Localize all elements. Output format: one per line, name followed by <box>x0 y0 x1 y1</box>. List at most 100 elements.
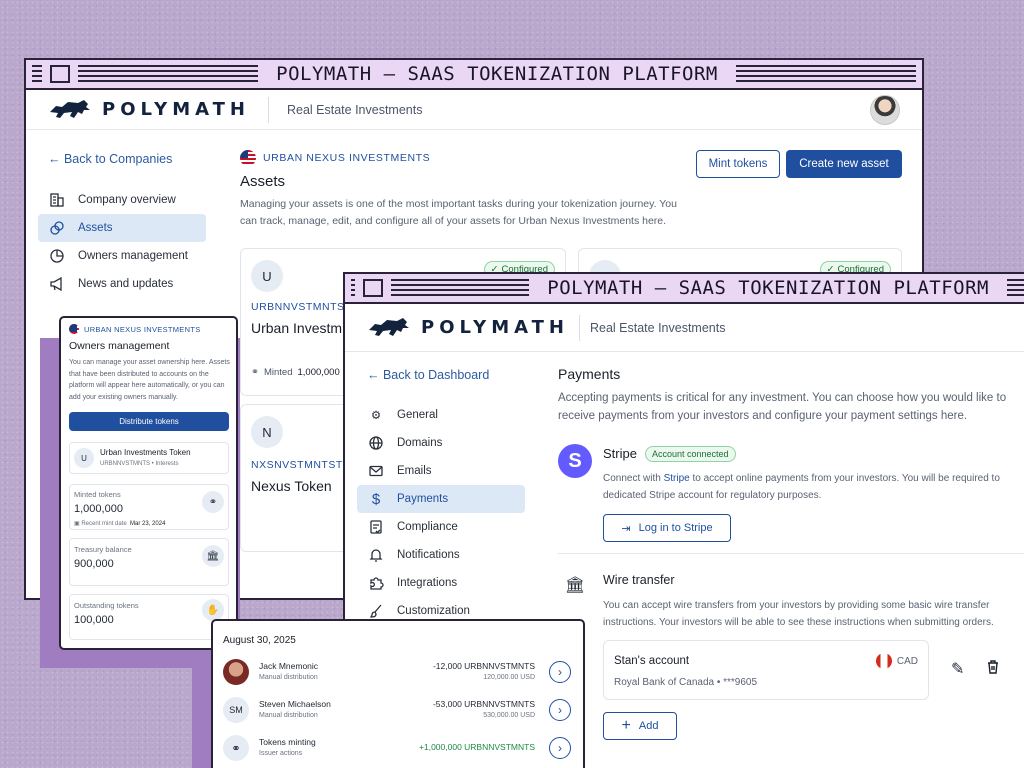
titlebar-stripes <box>78 65 259 83</box>
token-row[interactable]: U Urban Investments Token URBNNVSTMNTS •… <box>69 442 229 474</box>
sidebar-item-general[interactable]: ⚙ General <box>357 401 525 429</box>
asset-card[interactable]: N NXSNVSTMNTST Nexus Token <box>240 404 360 552</box>
nav-label: Notifications <box>397 549 460 561</box>
breadcrumb[interactable]: Real Estate Investments <box>590 321 725 335</box>
stat-value: 1,000,000 <box>74 503 123 515</box>
sidebar-item-integrations[interactable]: Integrations <box>357 569 525 597</box>
stat-sub-value: Mar 23, 2024 <box>130 521 166 527</box>
nav-label: Owners management <box>78 250 188 262</box>
nav-label: Company overview <box>78 194 176 206</box>
stripe-desc-text: to accept online payments from your inve… <box>689 473 1000 484</box>
badge-label: Account connected <box>652 449 729 459</box>
chevron-right-icon[interactable]: › <box>549 661 571 683</box>
coins-icon: ⚭ <box>223 735 249 761</box>
sidebar-item-emails[interactable]: Emails <box>357 457 525 485</box>
bull-icon <box>50 99 90 118</box>
button-label: Log in to Stripe <box>638 522 713 534</box>
nav-label: Domains <box>397 437 443 449</box>
button-label: Add <box>638 720 659 732</box>
window-box-icon <box>50 65 70 83</box>
sidebar-item-payments[interactable]: $ Payments <box>357 485 525 513</box>
account-bank: Royal Bank of Canada • ***9605 <box>614 677 758 688</box>
dollar-icon: $ <box>371 490 381 508</box>
nav-label: General <box>397 409 438 421</box>
asset-ticker: NXSNVSTMNTST <box>251 459 343 471</box>
bank-account-card[interactable]: Stan's account Royal Bank of Canada • **… <box>603 640 929 700</box>
login-stripe-button[interactable]: ⇥ Log in to Stripe <box>603 514 731 542</box>
chevron-right-icon[interactable]: › <box>549 737 571 759</box>
activity-row[interactable]: Jack Mnemonic Manual distribution -12,00… <box>213 657 583 691</box>
stripe-logo-icon: S <box>558 444 592 478</box>
create-new-asset-button[interactable]: Create new asset <box>786 150 902 178</box>
activity-name: Steven Michaelson <box>259 699 331 709</box>
nav-label: Integrations <box>397 577 458 589</box>
sidebar-item-company-overview[interactable]: Company overview <box>38 186 206 214</box>
stripe-desc-text: dedicated Stripe account for regulatory … <box>603 490 822 501</box>
page-description: Accepting payments is critical for any i… <box>558 392 1007 422</box>
stat-sub: ▣ Recent mint date Mar 23, 2024 <box>74 520 165 527</box>
activity-row[interactable]: SM Steven Michaelson Manual distribution… <box>213 695 583 729</box>
activity-row[interactable]: ⚭ Tokens minting Issuer actions +1,000,0… <box>213 733 583 767</box>
activity-sub: Manual distribution <box>259 712 318 719</box>
account-connected-badge: Account connected <box>645 446 736 462</box>
stat-value: 900,000 <box>74 558 114 570</box>
polymath-logo[interactable]: POLYMATH <box>367 316 569 340</box>
sidebar-item-compliance[interactable]: Compliance <box>357 513 525 541</box>
login-icon: ⇥ <box>621 522 631 535</box>
titlebar-stripes <box>351 279 355 297</box>
token-name: Urban Investments Token <box>100 448 191 457</box>
us-flag-icon <box>69 324 79 334</box>
breadcrumb[interactable]: Real Estate Investments <box>287 103 422 117</box>
sidebar-item-news-and-updates[interactable]: News and updates <box>38 270 206 298</box>
divider <box>558 553 1024 554</box>
user-avatar[interactable] <box>870 95 900 125</box>
pie-chart-icon <box>48 247 66 265</box>
activity-sub: Manual distribution <box>259 674 318 681</box>
bull-icon <box>369 317 409 336</box>
minted-value: 1,000,000 <box>297 367 340 378</box>
stat-label: Treasury balance <box>74 545 132 554</box>
window-title: POLYMATH – SAAS TOKENIZATION PLATFORM <box>547 277 989 299</box>
add-account-button[interactable]: + Add <box>603 712 677 740</box>
activity-date: August 30, 2025 <box>223 635 296 646</box>
activity-usd: 530,000.00 USD <box>483 712 535 719</box>
checklist-icon <box>367 518 385 536</box>
bank-icon: 🏛 <box>202 545 224 567</box>
sidebar-item-domains[interactable]: Domains <box>357 429 525 457</box>
edit-icon[interactable]: ✎ <box>951 659 964 679</box>
sidebar-item-owners-management[interactable]: Owners management <box>38 242 206 270</box>
trash-icon[interactable] <box>985 659 1001 680</box>
sidebar-item-notifications[interactable]: Notifications <box>357 541 525 569</box>
mint-tokens-button[interactable]: Mint tokens <box>696 150 780 178</box>
plus-icon: + <box>621 717 631 734</box>
minted-label: Minted <box>263 367 293 378</box>
assets-sidebar: Company overview Assets Owners managemen… <box>38 186 206 298</box>
bank-icon: 🏛 <box>560 570 590 600</box>
panel-title: Owners management <box>69 340 170 352</box>
back-to-companies-link[interactable]: ← Back to Companies <box>48 152 172 166</box>
chevron-right-icon[interactable]: › <box>549 699 571 721</box>
owners-panel: URBAN NEXUS INVESTMENTS Owners managemen… <box>59 316 238 650</box>
stripe-link[interactable]: Stripe <box>664 473 690 484</box>
user-initials-avatar: SM <box>223 697 249 723</box>
back-link-label: ← Back to Dashboard <box>367 368 490 382</box>
asset-ticker: URBNNVSTMNTS <box>251 301 345 313</box>
distribute-tokens-button[interactable]: Distribute tokens <box>69 412 229 431</box>
mail-icon <box>367 462 385 480</box>
stripe-description: Connect with Stripe to accept online pay… <box>603 470 1024 504</box>
asset-name: Urban Investm <box>251 320 343 336</box>
polymath-logo[interactable]: POLYMATH <box>48 98 250 122</box>
currency: CAD <box>875 653 918 669</box>
back-to-dashboard-link[interactable]: ← Back to Dashboard <box>367 368 489 382</box>
stat-label: Outstanding tokens <box>74 601 139 610</box>
app-header: POLYMATH Real Estate Investments <box>26 90 922 130</box>
company-label: URBAN NEXUS INVESTMENTS <box>240 150 430 166</box>
nav-label: Customization <box>397 605 470 617</box>
activity-panel: August 30, 2025 Jack Mnemonic Manual dis… <box>211 619 585 768</box>
sidebar-item-assets[interactable]: Assets <box>38 214 206 242</box>
titlebar-stripes <box>1007 279 1024 297</box>
stat-label: Minted tokens <box>74 490 121 499</box>
token-ticker: URBNNVSTMNTS <box>100 461 151 467</box>
brand-name: POLYMATH <box>421 317 569 338</box>
token-meta: URBNNVSTMNTS • Interests <box>100 461 179 467</box>
